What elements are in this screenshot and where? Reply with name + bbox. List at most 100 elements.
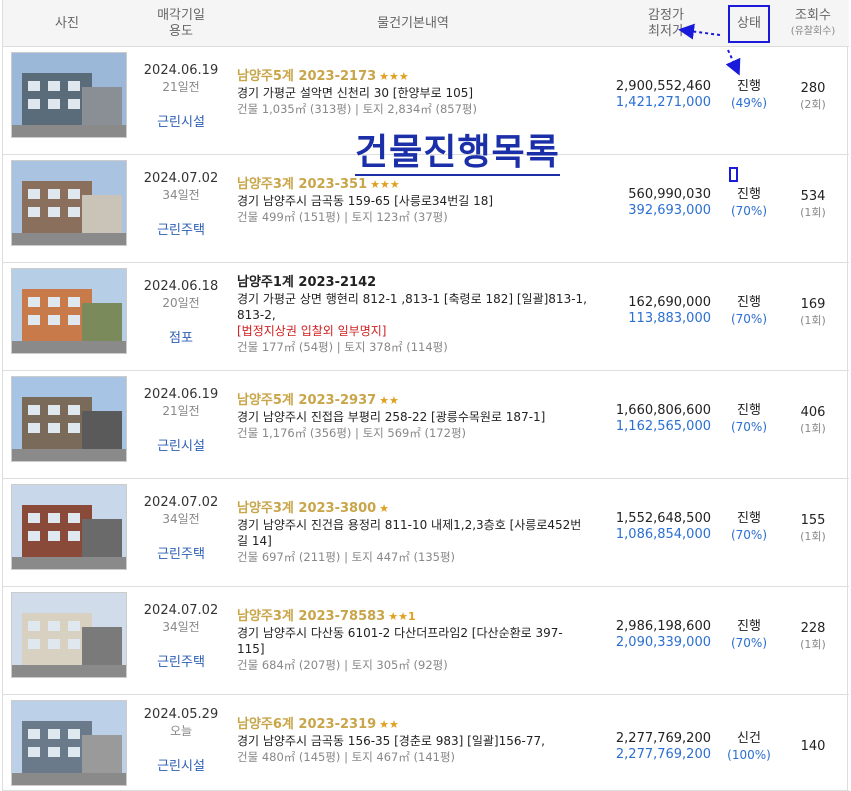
- property-info: 남양주3계 2023-3800 ★ 경기 남양주시 진건읍 용정리 811-10 …: [237, 501, 589, 565]
- status-text: 진행: [737, 79, 761, 94]
- days-left: 21일전: [162, 80, 200, 94]
- property-photo[interactable]: [11, 268, 127, 354]
- failed-bid-count: (1회): [800, 638, 826, 651]
- days-left: 20일전: [162, 296, 200, 310]
- failed-bid-count: (1회): [800, 530, 826, 543]
- property-address: 경기 남양주시 다산동 6101-2 다산더프라임2 [다산순환로 397-11…: [237, 626, 563, 656]
- sale-date: 2024.07.02: [143, 171, 219, 186]
- property-photo[interactable]: [11, 592, 127, 678]
- days-left: 34일전: [162, 512, 200, 526]
- property-use-link[interactable]: 근린시설: [131, 759, 231, 775]
- case-number-link[interactable]: 남양주3계 2023-3800 ★: [237, 501, 589, 517]
- rating-stars-icon: ★★★: [370, 178, 400, 191]
- price-cell: 2,277,769,200 2,277,769,200: [591, 731, 711, 763]
- views-cell: 534 (1회): [783, 189, 843, 221]
- special-note: [법정지상권 입찰외 일부명지]: [237, 324, 387, 338]
- table-row[interactable]: 2024.07.02 34일전 근린주택 남양주3계 2023-78583 ★★1…: [3, 587, 849, 695]
- case-number-link[interactable]: 남양주3계 2023-351 ★★★: [237, 177, 589, 193]
- header-info: 물건기본내역: [377, 15, 449, 31]
- table-row[interactable]: 2024.05.29 오늘 근린시설 남양주6계 2023-2319 ★★ 경기 …: [3, 695, 849, 791]
- status-percent: (70%): [730, 204, 768, 218]
- days-left: 21일전: [162, 404, 200, 418]
- views-cell: 280 (2회): [783, 81, 843, 113]
- property-use-link[interactable]: 근린시설: [131, 115, 231, 131]
- property-area: 건물 480㎡ (145평) | 토지 467㎡ (141평): [237, 750, 456, 764]
- minimum-price: 1,421,271,000: [615, 95, 711, 110]
- sale-date-cell: 2024.06.19 21일전 근린시설: [131, 387, 231, 455]
- property-use-link[interactable]: 점포: [131, 331, 231, 347]
- case-number-link[interactable]: 남양주5계 2023-2173 ★★★: [237, 69, 589, 85]
- property-photo[interactable]: [11, 700, 127, 786]
- header-sale-date[interactable]: 매각기일 용도: [131, 0, 231, 47]
- property-use-link[interactable]: 근린주택: [131, 223, 231, 239]
- status-text: 진행: [737, 187, 761, 202]
- property-photo[interactable]: [11, 160, 127, 246]
- sale-date: 2024.07.02: [143, 603, 219, 618]
- property-address: 경기 가평군 설악면 신천리 30 [한양부로 105]: [237, 86, 474, 100]
- header-status[interactable]: 상태: [721, 0, 777, 47]
- table-header: 사진 매각기일 용도 물건기본내역 감정가 최저가 상태 조회수 (유찰회수): [3, 0, 849, 47]
- status-highlight-box: 상태: [728, 4, 770, 43]
- property-photo[interactable]: [11, 52, 127, 138]
- sale-date-cell: 2024.07.02 34일전 근린주택: [131, 171, 231, 239]
- status-text: 진행: [737, 295, 761, 310]
- rating-stars-icon: ★: [379, 502, 390, 515]
- status-cell: 진행 (49%): [721, 79, 777, 111]
- case-number-link[interactable]: 남양주3계 2023-78583 ★★1: [237, 609, 589, 625]
- property-area: 건물 684㎡ (207평) | 토지 305㎡ (92평): [237, 658, 448, 672]
- appraisal-price: 1,552,648,500: [615, 511, 711, 526]
- status-percent: (49%): [730, 96, 768, 110]
- status-percent: (70%): [730, 636, 768, 650]
- header-price[interactable]: 감정가 최저가: [621, 0, 711, 47]
- property-use-link[interactable]: 근린주택: [131, 655, 231, 671]
- property-use-link[interactable]: 근린시설: [131, 439, 231, 455]
- appraisal-price: 2,986,198,600: [615, 619, 711, 634]
- price-cell: 1,660,806,600 1,162,565,000: [591, 403, 711, 435]
- minimum-price: 392,693,000: [628, 203, 711, 218]
- property-use-link[interactable]: 근린주택: [131, 547, 231, 563]
- table-row[interactable]: 2024.06.18 20일전 점포 남양주1계 2023-2142 경기 가평…: [3, 263, 849, 371]
- case-number-link[interactable]: 남양주1계 2023-2142: [237, 275, 589, 291]
- header-views[interactable]: 조회수 (유찰회수): [783, 0, 843, 47]
- property-info: 남양주3계 2023-78583 ★★1 경기 남양주시 다산동 6101-2 다…: [237, 609, 589, 673]
- property-info: 남양주5계 2023-2173 ★★★ 경기 가평군 설악면 신천리 30 [한양…: [237, 69, 589, 117]
- sale-date-cell: 2024.05.29 오늘 근린시설: [131, 707, 231, 775]
- minimum-price: 2,277,769,200: [615, 747, 711, 762]
- views-cell: 406 (1회): [783, 405, 843, 437]
- sale-date: 2024.07.02: [143, 495, 219, 510]
- price-cell: 560,990,030 392,693,000: [591, 187, 711, 219]
- views-cell: 169 (1회): [783, 297, 843, 329]
- price-cell: 1,552,648,500 1,086,854,000: [591, 511, 711, 543]
- table-row[interactable]: 2024.07.02 34일전 근린주택 남양주3계 2023-3800 ★ 경기…: [3, 479, 849, 587]
- property-address: 경기 가평군 상면 행현리 812-1 ,813-1 [축령로 182] [일괄…: [237, 292, 587, 322]
- sale-date: 2024.06.19: [143, 63, 219, 78]
- views-cell: 228 (1회): [783, 621, 843, 653]
- selection-marker: [729, 167, 738, 182]
- property-info: 남양주1계 2023-2142 경기 가평군 상면 행현리 812-1 ,813…: [237, 275, 589, 355]
- overlay-title: 건물진행목록: [355, 132, 560, 176]
- property-area: 건물 697㎡ (211평) | 토지 447㎡ (135평): [237, 550, 456, 564]
- sale-date: 2024.06.18: [143, 279, 219, 294]
- status-text: 신건: [737, 731, 761, 746]
- header-photo: 사진: [55, 15, 79, 31]
- status-cell: 진행 (70%): [721, 403, 777, 435]
- property-area: 건물 499㎡ (151평) | 토지 123㎡ (37평): [237, 210, 448, 224]
- property-photo[interactable]: [11, 484, 127, 570]
- status-percent: (70%): [730, 312, 768, 326]
- view-count: 140: [800, 739, 826, 754]
- auction-list: 사진 매각기일 용도 물건기본내역 감정가 최저가 상태 조회수 (유찰회수): [2, 0, 849, 791]
- sale-date-cell: 2024.07.02 34일전 근린주택: [131, 603, 231, 671]
- status-cell: 진행 (70%): [721, 619, 777, 651]
- case-number-link[interactable]: 남양주5계 2023-2937 ★★: [237, 393, 589, 409]
- minimum-price: 2,090,339,000: [615, 635, 711, 650]
- property-photo[interactable]: [11, 376, 127, 462]
- price-cell: 162,690,000 113,883,000: [591, 295, 711, 327]
- property-info: 남양주6계 2023-2319 ★★ 경기 남양주시 금곡동 156-35 [경춘…: [237, 717, 589, 765]
- table-row[interactable]: 2024.06.19 21일전 근린시설 남양주5계 2023-2937 ★★ 경…: [3, 371, 849, 479]
- case-number-link[interactable]: 남양주6계 2023-2319 ★★: [237, 717, 589, 733]
- appraisal-price: 162,690,000: [628, 295, 711, 310]
- days-left: 34일전: [162, 188, 200, 202]
- view-count: 155: [800, 513, 826, 528]
- sale-date: 2024.06.19: [143, 387, 219, 402]
- property-area: 건물 1,035㎡ (313평) | 토지 2,834㎡ (857평): [237, 102, 477, 116]
